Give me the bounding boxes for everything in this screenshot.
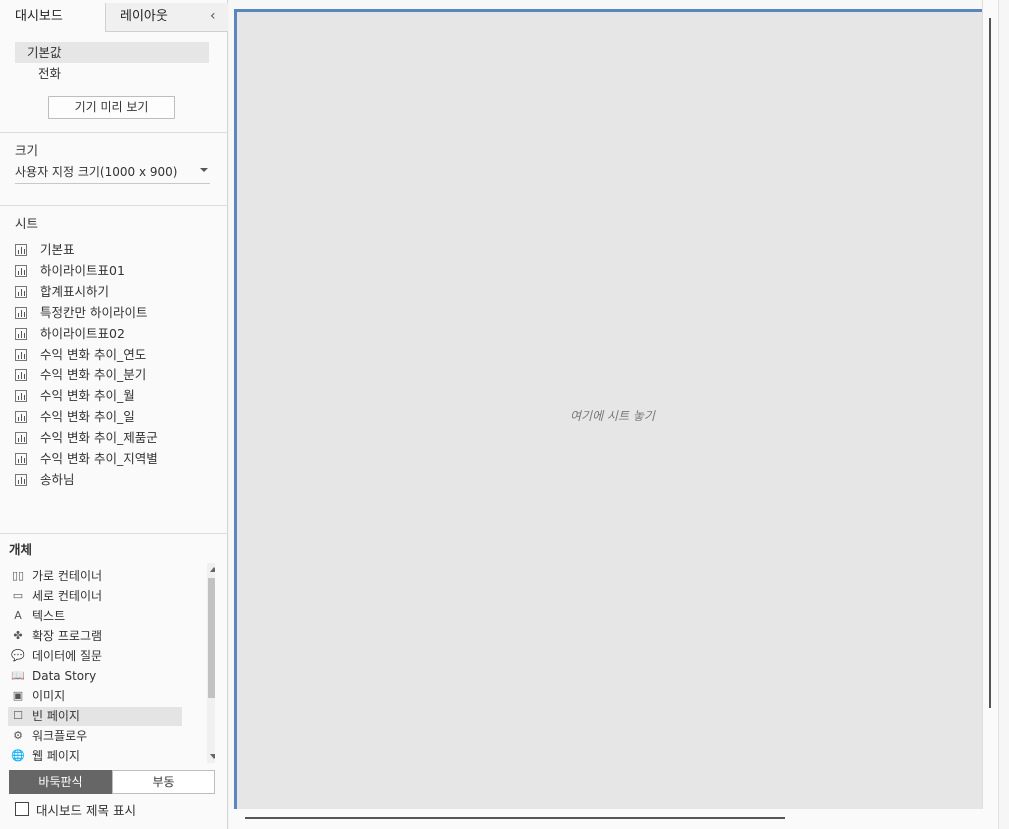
sheet-label: 수익 변화 추이_분기 [40, 367, 147, 383]
sheet-item[interactable]: 송하님 [15, 471, 215, 489]
sheet-label: 수익 변화 추이_일 [40, 409, 135, 425]
sheet-item[interactable]: 수익 변화 추이_일 [15, 408, 215, 426]
object-item[interactable]: A 텍스트 [8, 607, 182, 626]
horizontal-container-icon: ▯▯ [11, 569, 25, 582]
size-dropdown[interactable]: 사용자 지정 크기(1000 x 900) [15, 163, 210, 184]
window-edge [998, 0, 1009, 829]
sheet-item[interactable]: 기본표 [15, 241, 215, 259]
tiled-button[interactable]: 바둑판식 [9, 770, 112, 794]
object-item[interactable]: ▯▯ 가로 컨테이너 [8, 567, 182, 586]
worksheet-icon [15, 306, 27, 319]
sheet-item[interactable]: 수익 변화 추이_분기 [15, 366, 215, 384]
panel-tabs: 대시보드 레이아웃 ‹ [0, 0, 228, 32]
sheet-label: 기본표 [40, 242, 75, 257]
object-label: 빈 페이지 [32, 709, 80, 723]
divider [0, 132, 228, 133]
object-label: 워크플로우 [32, 729, 88, 743]
sheet-item[interactable]: 수익 변화 추이_지역별 [15, 450, 215, 468]
dashboard-editor: 대시보드 레이아웃 ‹ 기본값 전화 기기 미리 보기 크기 사용자 지정 크기… [0, 0, 1009, 829]
device-preview-button[interactable]: 기기 미리 보기 [48, 96, 175, 119]
chevron-down-icon [200, 168, 208, 172]
drop-hint: 여기에 시트 놓기 [570, 409, 655, 423]
device-phone[interactable]: 전화 [15, 63, 209, 84]
scroll-thumb[interactable] [989, 18, 991, 708]
scroll-thumb[interactable] [245, 817, 785, 819]
sheet-label: 수익 변화 추이_지역별 [40, 451, 158, 466]
worksheet-icon [15, 264, 27, 277]
workflow-icon: ⚙ [13, 729, 23, 742]
object-label: 세로 컨테이너 [32, 589, 103, 603]
object-item[interactable]: ⚙ 워크플로우 [8, 727, 182, 746]
objects-list: ▯▯ 가로 컨테이너 ▭ 세로 컨테이너 A 텍스트 ✤ 확장 프로그램 💬 데이터에 질문 📖 Da… [8, 563, 215, 763]
object-item[interactable]: 🌐 웹 페이지 [8, 747, 182, 763]
worksheet-icon [15, 473, 27, 486]
sheet-item[interactable]: 특정칸만 하이라이트 [15, 304, 215, 322]
object-item[interactable]: ▭ 세로 컨테이너 [8, 587, 182, 606]
object-label: 웹 페이지 [32, 749, 80, 763]
object-label: 확장 프로그램 [32, 629, 103, 643]
worksheet-icon [15, 432, 27, 445]
object-label: 데이터에 질문 [32, 649, 103, 663]
chevron-left-icon[interactable]: ‹ [210, 8, 216, 24]
object-label: 텍스트 [32, 609, 66, 623]
sheet-item[interactable]: 수익 변화 추이_제품군 [15, 429, 215, 447]
canvas-vertical-scrollbar[interactable] [982, 0, 998, 815]
worksheet-icon [15, 369, 27, 382]
object-item[interactable]: ▣ 이미지 [8, 687, 182, 706]
object-item[interactable]: ✤ 확장 프로그램 [8, 627, 182, 646]
text-icon: A [14, 609, 22, 622]
scroll-down-icon[interactable] [210, 754, 215, 759]
left-panel: 대시보드 레이아웃 ‹ 기본값 전화 기기 미리 보기 크기 사용자 지정 크기… [0, 0, 228, 829]
object-item[interactable]: 💬 데이터에 질문 [8, 647, 182, 666]
sheet-label: 합계표시하기 [40, 283, 110, 299]
object-item[interactable]: ☐ 빈 페이지 [8, 707, 182, 726]
sheet-item[interactable]: 수익 변화 추이_월 [15, 387, 215, 405]
show-title-label: 대시보드 제목 표시 [36, 803, 136, 818]
globe-icon: 🌐 [11, 749, 25, 762]
divider [0, 533, 228, 534]
sheet-label: 특정칸만 하이라이트 [40, 304, 148, 320]
sheet-item[interactable]: 하이라이트표01 [15, 262, 215, 280]
worksheet-icon [15, 285, 27, 298]
device-default[interactable]: 기본값 [15, 42, 209, 63]
objects-section-title: 개체 [9, 542, 33, 557]
worksheet-icon [15, 390, 27, 403]
sheet-label: 수익 변화 추이_제품군 [40, 430, 158, 446]
divider [0, 205, 228, 206]
sheet-label: 송하님 [40, 471, 75, 487]
ask-data-icon: 💬 [11, 649, 25, 662]
size-dropdown-value: 사용자 지정 크기(1000 x 900) [15, 165, 178, 179]
sheet-label: 수익 변화 추이_월 [40, 388, 135, 404]
canvas-horizontal-scrollbar[interactable] [229, 809, 999, 829]
sheet-item[interactable]: 하이라이트표02 [15, 325, 215, 343]
worksheet-icon [15, 348, 27, 361]
sheet-label: 하이라이트표01 [40, 262, 125, 278]
image-icon: ▣ [12, 689, 24, 702]
book-icon: 📖 [11, 669, 25, 682]
sheet-label: 수익 변화 추이_연도 [40, 346, 147, 362]
vertical-container-icon: ▭ [12, 589, 24, 602]
sheets-section-title: 시트 [15, 216, 39, 231]
sheet-label: 하이라이트표02 [40, 325, 125, 341]
extension-icon: ✤ [13, 629, 23, 642]
scroll-up-icon[interactable] [210, 567, 215, 572]
tab-dashboard[interactable]: 대시보드 [0, 3, 106, 32]
scroll-thumb[interactable] [208, 578, 215, 698]
object-label: 이미지 [32, 689, 66, 703]
worksheet-icon [15, 244, 27, 256]
worksheet-icon [15, 411, 27, 424]
show-title-checkbox[interactable] [15, 802, 29, 816]
sheet-item[interactable]: 수익 변화 추이_연도 [15, 346, 215, 364]
worksheet-icon [15, 327, 27, 340]
blank-icon: ☐ [13, 709, 23, 722]
object-label: Data Story [32, 669, 97, 683]
objects-scrollbar[interactable] [207, 563, 215, 763]
size-section-title: 크기 [15, 143, 39, 158]
floating-button[interactable]: 부동 [112, 770, 215, 794]
sheet-item[interactable]: 합계표시하기 [15, 283, 215, 301]
object-label: 가로 컨테이너 [32, 569, 103, 583]
object-item[interactable]: 📖 Data Story [8, 667, 182, 686]
worksheet-icon [15, 453, 27, 465]
